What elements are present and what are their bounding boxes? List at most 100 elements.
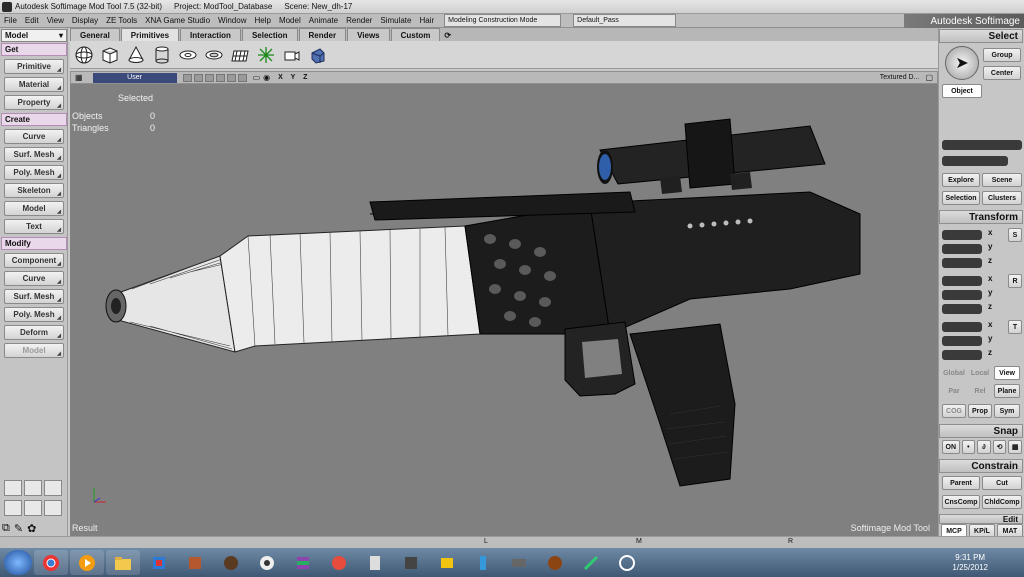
create-poly-mesh-button[interactable]: Poly. Mesh: [4, 165, 64, 180]
cube-icon[interactable]: [98, 44, 122, 66]
snap-curve-icon[interactable]: ∂: [977, 440, 991, 454]
modify-model-button[interactable]: Model: [4, 343, 64, 358]
pin-icon[interactable]: ⟳: [441, 29, 454, 41]
viewport-toggle[interactable]: [237, 73, 247, 82]
construction-mode-select[interactable]: Modeling Construction Mode: [444, 14, 562, 27]
tab-render[interactable]: Render: [298, 28, 347, 41]
scene-button[interactable]: Scene: [982, 173, 1022, 187]
grid-icon[interactable]: [228, 44, 252, 66]
tab-views[interactable]: Views: [347, 28, 390, 41]
pass-select[interactable]: Default_Pass: [573, 14, 677, 27]
plane-button[interactable]: Plane: [994, 384, 1020, 398]
null-icon[interactable]: [254, 44, 278, 66]
local-button[interactable]: Local: [968, 366, 992, 380]
menu-view[interactable]: View: [43, 16, 68, 25]
app-icon-9[interactable]: [430, 550, 464, 575]
menu-ze-tools[interactable]: ZE Tools: [102, 16, 141, 25]
layout-vert-icon[interactable]: [44, 500, 62, 516]
app-icon-14[interactable]: [610, 550, 644, 575]
translate-x-field[interactable]: [942, 322, 982, 332]
camera-icon[interactable]: [280, 44, 304, 66]
rel-button[interactable]: Rel: [968, 384, 992, 398]
layout-wave-icon[interactable]: [4, 480, 22, 496]
sphere-icon[interactable]: [72, 44, 96, 66]
menu-xna[interactable]: XNA Game Studio: [141, 16, 214, 25]
create-curve-button[interactable]: Curve: [4, 129, 64, 144]
translate-y-field[interactable]: [942, 336, 982, 346]
modify-component-button[interactable]: Component: [4, 253, 64, 268]
menu-hair[interactable]: Hair: [415, 16, 438, 25]
scale-y-field[interactable]: [942, 244, 982, 254]
snap-on-button[interactable]: ON: [942, 440, 960, 454]
cog-button[interactable]: COG: [942, 404, 966, 418]
select-arrow-icon[interactable]: ➤: [945, 46, 979, 80]
app-icon-7[interactable]: [358, 550, 392, 575]
create-surf-mesh-button[interactable]: Surf. Mesh: [4, 147, 64, 162]
tab-selection[interactable]: Selection: [241, 28, 298, 41]
tab-interaction[interactable]: Interaction: [180, 28, 241, 41]
folder-icon[interactable]: [106, 550, 140, 575]
menu-help[interactable]: Help: [250, 16, 274, 25]
layout-single-icon[interactable]: [44, 480, 62, 496]
modify-deform-button[interactable]: Deform: [4, 325, 64, 340]
monitor-icon[interactable]: ▭: [253, 73, 261, 82]
toolbar-switch[interactable]: Model ▾: [1, 29, 67, 42]
explore-button[interactable]: Explore: [942, 173, 980, 187]
translate-z-field[interactable]: [942, 350, 982, 360]
snap-point-icon[interactable]: •: [961, 440, 976, 454]
rotate-z-field[interactable]: [942, 304, 982, 314]
scale-x-field[interactable]: [942, 230, 982, 240]
scale-button[interactable]: S: [1008, 228, 1022, 242]
app-icon-8[interactable]: [394, 550, 428, 575]
tab-general[interactable]: General: [70, 28, 120, 41]
menu-file[interactable]: File: [0, 16, 21, 25]
modify-poly-mesh-button[interactable]: Poly. Mesh: [4, 307, 64, 322]
get-primitive-button[interactable]: Primitive: [4, 59, 64, 74]
menu-render[interactable]: Render: [342, 16, 376, 25]
get-material-button[interactable]: Material: [4, 77, 64, 92]
eye-icon[interactable]: ◉: [263, 73, 270, 82]
parent-button[interactable]: Parent: [942, 476, 980, 490]
app-icon-10[interactable]: [466, 550, 500, 575]
selection-button[interactable]: Selection: [942, 191, 980, 205]
menu-edit[interactable]: Edit: [21, 16, 43, 25]
rotate-y-field[interactable]: [942, 290, 982, 300]
system-clock[interactable]: 9:31 PM 1/25/2012: [952, 553, 988, 573]
clusters-button[interactable]: Clusters: [982, 191, 1022, 205]
app-icon-13[interactable]: [574, 550, 608, 575]
global-button[interactable]: Global: [942, 366, 966, 380]
rotate-x-field[interactable]: [942, 276, 982, 286]
app-icon-3[interactable]: [214, 550, 248, 575]
light-icon[interactable]: [306, 44, 330, 66]
start-button[interactable]: [4, 550, 32, 575]
display-mode-menu[interactable]: Textured D...: [880, 74, 920, 81]
axis-toggles[interactable]: X Y Z: [278, 74, 310, 81]
prop-button[interactable]: Prop: [968, 404, 992, 418]
cylinder-icon[interactable]: [150, 44, 174, 66]
viewport-letter-icon[interactable]: ▦: [75, 73, 83, 82]
layout-grid-icon[interactable]: [24, 500, 42, 516]
tab-custom[interactable]: Custom: [390, 28, 441, 41]
viewport-toggle[interactable]: [204, 73, 214, 82]
get-property-button[interactable]: Property: [4, 95, 64, 110]
cut-button[interactable]: Cut: [982, 476, 1022, 490]
create-model-button[interactable]: Model: [4, 201, 64, 216]
app-icon-2[interactable]: [178, 550, 212, 575]
center-button[interactable]: Center: [983, 66, 1021, 80]
scale-z-field[interactable]: [942, 258, 982, 268]
modify-curve-button[interactable]: Curve: [4, 271, 64, 286]
menu-model[interactable]: Model: [275, 16, 305, 25]
layout-quad-icon[interactable]: [24, 480, 42, 496]
menu-animate[interactable]: Animate: [305, 16, 342, 25]
chrome-icon[interactable]: [34, 550, 68, 575]
modify-surf-mesh-button[interactable]: Surf. Mesh: [4, 289, 64, 304]
object-button[interactable]: Object: [942, 84, 982, 98]
view-button[interactable]: View: [994, 366, 1020, 380]
childcomp-button[interactable]: ChldComp: [982, 495, 1022, 509]
viewport-toggle[interactable]: [182, 73, 192, 82]
menu-window[interactable]: Window: [214, 16, 250, 25]
menu-display[interactable]: Display: [68, 16, 102, 25]
snap-grid-icon[interactable]: ⟲: [992, 440, 1007, 454]
par-button[interactable]: Par: [942, 384, 966, 398]
cnscomp-button[interactable]: CnsComp: [942, 495, 980, 509]
